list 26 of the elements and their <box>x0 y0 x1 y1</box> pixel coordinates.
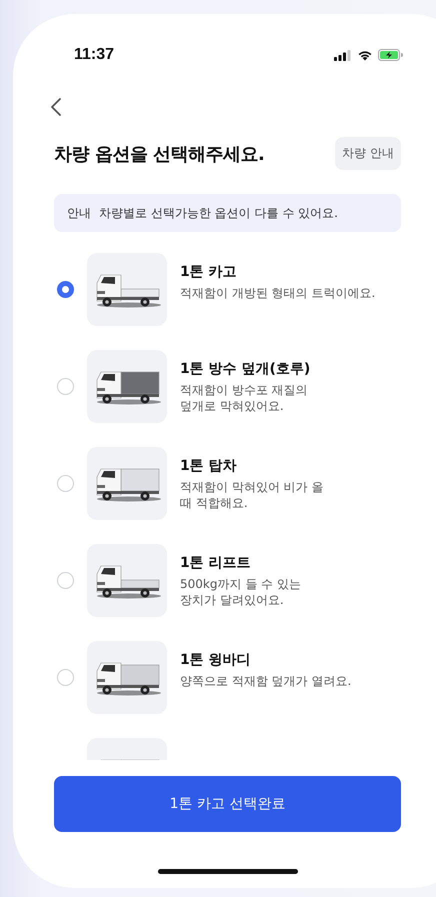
option-description: 양쪽으로 적재함 덮개가 열려요. <box>180 673 352 690</box>
option-description: 적재함이 막혀있어 비가 올 때 적합해요. <box>180 479 324 512</box>
vehicle-guide-button[interactable]: 차량 안내 <box>335 137 401 170</box>
option-description: 적재함이 개방된 형태의 트럭이에요. <box>180 285 376 302</box>
vehicle-option[interactable]: 1톤 리프트 500kg까지 들 수 있는 장치가 달려있어요. <box>54 544 401 617</box>
battery-icon <box>378 49 403 61</box>
confirm-button[interactable]: 1톤 카고 선택완료 <box>54 776 401 832</box>
option-title: 1톤 탑차 <box>180 457 238 475</box>
notice-label: 안내 <box>67 204 91 222</box>
back-icon[interactable] <box>50 97 62 117</box>
option-title: 1톤 방수 덮개(호루) <box>180 360 310 378</box>
vehicle-option[interactable]: 1톤 방수 덮개(호루) 적재함이 방수포 재질의 덮개로 막혀있어요. <box>54 350 401 423</box>
option-title: 1톤 카고 <box>180 263 238 281</box>
radio-button[interactable] <box>57 281 74 298</box>
option-description: 적재함이 방수포 재질의 덮개로 막혀있어요. <box>180 382 309 414</box>
status-time: 11:37 <box>74 46 114 64</box>
page-title: 차량 옵션을 선택해주세요. <box>54 142 264 166</box>
signal-icon <box>334 50 352 60</box>
vehicle-option[interactable]: 1톤 윙바디 양쪽으로 적재함 덮개가 열려요. <box>54 641 401 714</box>
option-title: 1톤 리프트 <box>180 554 252 572</box>
notice-text: 차량별로 선택가능한 옵션이 다를 수 있어요. <box>99 204 338 222</box>
wifi-icon <box>357 49 373 61</box>
vehicle-option[interactable]: 1톤 탑차 적재함이 막혀있어 비가 올 때 적합해요. <box>54 447 401 520</box>
option-title: 1톤 윙바디 <box>180 651 252 669</box>
vehicle-option[interactable]: 1톤 카고 적재함이 개방된 형태의 트럭이에요. <box>54 253 401 326</box>
option-description: 500kg까지 들 수 있는 장치가 달려있어요. <box>180 576 301 608</box>
